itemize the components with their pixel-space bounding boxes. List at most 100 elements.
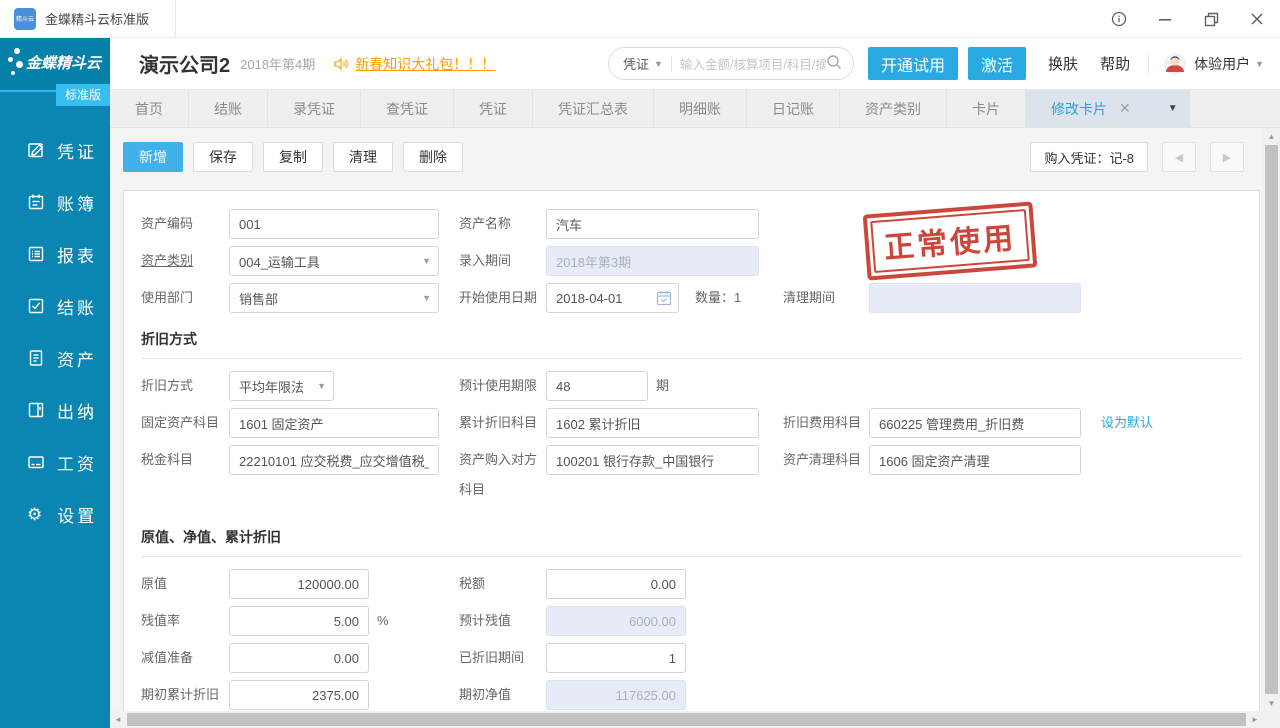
delete-button[interactable]: 删除 xyxy=(403,142,463,172)
logo-dots-icon xyxy=(8,48,24,78)
sidebar-item-label: 设置 xyxy=(57,502,97,527)
tab-voucher-summary[interactable]: 凭证汇总表 xyxy=(533,90,654,127)
tax-amount-input[interactable] xyxy=(546,569,686,599)
fixed-asset-account-label: 固定资产科目 xyxy=(141,408,229,438)
accumulated-account-label: 累计折旧科目 xyxy=(459,408,546,438)
skin-button[interactable]: 换肤 xyxy=(1048,53,1078,74)
purchase-voucher-button[interactable]: 购入凭证：记-8 xyxy=(1030,142,1148,172)
next-card-button[interactable]: ▶ xyxy=(1210,142,1244,172)
help-button[interactable]: 帮助 xyxy=(1100,53,1130,74)
start-date-picker[interactable] xyxy=(546,283,679,313)
window-title: 金蝶精斗云标准版 xyxy=(45,9,149,28)
horizontal-scroll-thumb[interactable] xyxy=(127,713,1246,726)
sidebar-item-cashier[interactable]: 出纳 xyxy=(0,384,110,436)
asset-category-value[interactable] xyxy=(229,246,439,276)
announcement-icon xyxy=(333,57,349,71)
quantity-label: 数量： xyxy=(695,290,734,305)
vertical-scroll-thumb[interactable] xyxy=(1265,145,1278,694)
scroll-right-icon[interactable]: ► xyxy=(1247,711,1263,728)
tab-voucher[interactable]: 凭证 xyxy=(454,90,533,127)
restore-button[interactable] xyxy=(1188,0,1234,38)
new-button[interactable]: 新增 xyxy=(123,142,183,172)
asset-category-select[interactable]: ▼ xyxy=(229,246,439,276)
search-category-select[interactable]: 凭证 ▼ xyxy=(623,54,663,73)
minimize-button[interactable] xyxy=(1142,0,1188,38)
promo-link[interactable]: 新春知识大礼包！！！ xyxy=(355,54,495,74)
accumulated-account-input[interactable] xyxy=(546,408,759,438)
tab-detail-ledger[interactable]: 明细账 xyxy=(654,90,747,127)
original-value-input[interactable] xyxy=(229,569,369,599)
sidebar-item-books[interactable]: 账簿 xyxy=(0,176,110,228)
sidebar-item-label: 凭证 xyxy=(57,138,97,163)
department-value[interactable] xyxy=(229,283,439,313)
depreciation-method-select[interactable]: ▼ xyxy=(229,371,334,401)
tab-closing[interactable]: 结账 xyxy=(189,90,268,127)
asset-code-input[interactable] xyxy=(229,209,439,239)
cleanup-button[interactable]: 清理 xyxy=(333,142,393,172)
purchase-account-label: 资产购入对方科目 xyxy=(459,445,546,505)
depreciated-periods-input[interactable] xyxy=(546,643,686,673)
tax-account-input[interactable] xyxy=(229,445,439,475)
save-button[interactable]: 保存 xyxy=(193,142,253,172)
horizontal-scrollbar[interactable]: ◄ ► xyxy=(110,711,1263,728)
sidebar-item-payroll[interactable]: 工资 xyxy=(0,436,110,488)
titlebar-divider xyxy=(175,0,176,38)
tab-query-voucher[interactable]: 查凭证 xyxy=(361,90,454,127)
asset-name-input[interactable] xyxy=(546,209,759,239)
tab-list-dropdown[interactable]: ▼ xyxy=(1156,90,1190,127)
trial-button[interactable]: 开通试用 xyxy=(868,47,958,80)
sidebar-item-closing[interactable]: 结账 xyxy=(0,280,110,332)
impairment-input[interactable] xyxy=(229,643,369,673)
sidebar-item-label: 结账 xyxy=(57,294,97,319)
copy-button[interactable]: 复制 xyxy=(263,142,323,172)
window-titlebar: 精斗云 金蝶精斗云标准版 xyxy=(0,0,1280,38)
info-icon[interactable] xyxy=(1096,0,1142,38)
depreciation-method-value[interactable] xyxy=(229,371,334,401)
search-icon[interactable] xyxy=(826,54,843,74)
sidebar-item-label: 出纳 xyxy=(57,398,97,423)
sidebar-item-reports[interactable]: 报表 xyxy=(0,228,110,280)
close-button[interactable] xyxy=(1234,0,1280,38)
prev-card-button[interactable]: ◀ xyxy=(1162,142,1196,172)
asset-name-label: 资产名称 xyxy=(459,209,546,239)
department-select[interactable]: ▼ xyxy=(229,283,439,313)
asset-card-form: 正常使用 资产编码 资产名称 资产类别 ▼ 录入期间 xyxy=(123,190,1260,728)
scroll-down-icon[interactable]: ▼ xyxy=(1263,695,1280,711)
activate-button[interactable]: 激活 xyxy=(968,47,1026,80)
vertical-scrollbar[interactable]: ▲ ▼ xyxy=(1263,128,1280,711)
search-input[interactable]: 输入金额/核算项目/科目/摘要 xyxy=(680,54,826,73)
expense-account-input[interactable] xyxy=(869,408,1081,438)
asset-category-label[interactable]: 资产类别 xyxy=(141,246,229,276)
tab-edit-card-active[interactable]: 修改卡片 ✕ xyxy=(1026,90,1156,127)
close-tab-icon[interactable]: ✕ xyxy=(1119,100,1131,117)
tab-card[interactable]: 卡片 xyxy=(947,90,1026,127)
purchase-account-input[interactable] xyxy=(546,445,759,475)
expense-account-label: 折旧费用科目 xyxy=(783,408,869,438)
sidebar-item-label: 资产 xyxy=(57,346,97,371)
cleanup-account-label: 资产清理科目 xyxy=(783,445,869,475)
residual-rate-input[interactable] xyxy=(229,606,369,636)
cleanup-account-input[interactable] xyxy=(869,445,1081,475)
expected-residual-input xyxy=(546,606,686,636)
tab-asset-category[interactable]: 资产类别 xyxy=(840,90,947,127)
scroll-left-icon[interactable]: ◄ xyxy=(110,711,126,728)
tab-journal[interactable]: 日记账 xyxy=(747,90,840,127)
search-divider xyxy=(671,56,672,72)
sidebar-item-label: 报表 xyxy=(57,242,97,267)
sidebar-logo: 金蝶精斗云 标准版 xyxy=(0,38,110,92)
sidebar-item-settings[interactable]: ⚙ 设置 xyxy=(0,488,110,540)
tab-home[interactable]: 首页 xyxy=(110,90,189,127)
user-menu[interactable]: 体验用户 ▼ xyxy=(1163,52,1264,76)
sidebar-item-voucher[interactable]: 凭证 xyxy=(0,124,110,176)
calendar-icon[interactable] xyxy=(656,290,672,309)
user-name: 体验用户 xyxy=(1194,54,1250,74)
set-default-link[interactable]: 设为默认 xyxy=(1101,408,1153,438)
sidebar-item-assets[interactable]: 资产 xyxy=(0,332,110,384)
expected-life-input[interactable] xyxy=(546,371,648,401)
quantity-value: 1 xyxy=(734,290,741,305)
fixed-asset-account-input[interactable] xyxy=(229,408,439,438)
tab-enter-voucher[interactable]: 录凭证 xyxy=(268,90,361,127)
section-values-title: 原值、净值、累计折旧 xyxy=(141,527,1242,557)
initial-accumulated-input[interactable] xyxy=(229,680,369,710)
scroll-up-icon[interactable]: ▲ xyxy=(1263,128,1280,144)
